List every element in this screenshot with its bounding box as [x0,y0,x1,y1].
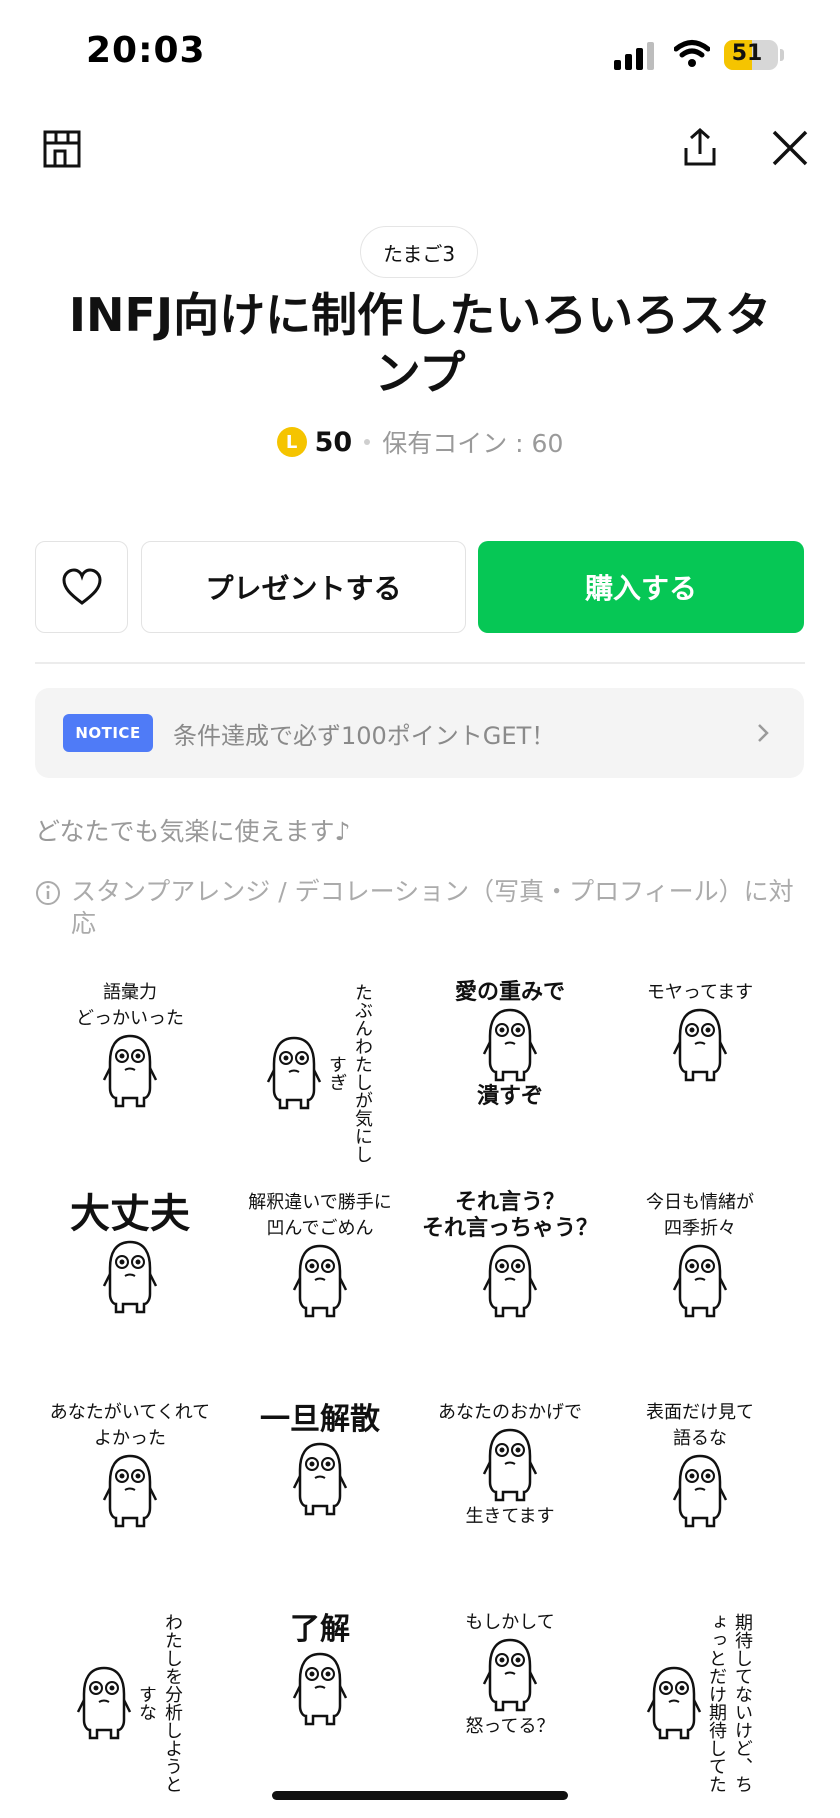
favorite-button[interactable] [35,541,128,633]
sticker-text: それ言う？ それ言っちゃう？ [421,1190,598,1241]
sticker-item[interactable]: たぶんわたしが気にしすぎ [230,980,410,1165]
sticker-text: 愛の重みで [454,980,565,1005]
arrange-note-text: スタンプアレンジ / デコレーション（写真・プロフィール）に対応 [71,877,794,938]
sticker-text: 解釈違いで勝手に 凹んでごめん [248,1192,392,1239]
notice-text: 条件達成で必ず100ポイントGET！ [173,721,556,750]
creature-character [646,1666,702,1739]
sticker-item[interactable]: わたしを分析しようとすな [40,1610,220,1795]
price-row: L 50 保有コイン : 60 [0,424,840,460]
sticker-text: 大丈夫 [70,1191,190,1237]
sticker-text: 今日も情緒が 四季折々 [646,1192,754,1239]
creature-character [672,1244,728,1318]
sticker-item[interactable]: あなたのおかげで 生きてます [420,1400,600,1585]
status-time: 20:03 [86,30,206,71]
sticker-text-bottom: 怒ってる？ [465,1716,555,1737]
sticker-item[interactable]: 了解 [230,1610,410,1795]
creature-character [76,1666,132,1739]
creature-character [482,1244,538,1318]
sticker-text: 語彙力 どっかいった [76,982,184,1029]
present-button[interactable]: プレゼントする [141,541,466,633]
close-button[interactable] [766,124,814,172]
creature-character [482,1428,538,1502]
coin-icon: L [276,427,307,457]
sticker-text: わたしを分析しようとすな [136,1612,183,1793]
sticker-item[interactable]: 今日も情緒が 四季折々 [610,1190,790,1375]
battery-level: 51 [731,41,763,66]
price-amount: 50 [314,426,353,458]
creature-character [102,1454,158,1528]
sticker-item[interactable]: 語彙力 どっかいった [40,980,220,1165]
creature-character [102,1240,158,1314]
battery-tip [780,49,784,61]
heart-icon [61,568,102,605]
creature-character [102,1034,158,1108]
sticker-item[interactable]: 一旦解散 [230,1400,410,1585]
creature-character [672,1008,728,1082]
separator-dot [364,439,371,445]
divider [35,662,805,664]
wifi-icon [674,40,710,67]
creature-character [266,1036,322,1109]
sticker-item[interactable]: それ言う？ それ言っちゃう？ [420,1190,600,1375]
sticker-text-bottom: 潰すぞ [476,1084,543,1109]
arrange-note: スタンプアレンジ / デコレーション（写真・プロフィール）に対応 [35,876,805,940]
sticker-item[interactable]: 表面だけ見て 語るな [610,1400,790,1585]
description: どなたでも気楽に使えます♪ [35,817,351,846]
sticker-item[interactable]: 大丈夫 [40,1190,220,1375]
creature-character [292,1244,348,1318]
category-tag[interactable]: たまご3 [360,226,478,278]
sticker-text: あなたのおかげで [438,1402,582,1423]
sticker-text: あなたがいてくれて よかった [49,1402,211,1449]
cellular-signal-icon [614,42,656,70]
sticker-text-bottom: 生きてます [465,1506,555,1527]
sticker-text: 一旦解散 [260,1402,380,1437]
status-bar: 20:03 51 [0,0,840,100]
sticker-item[interactable]: 解釈違いで勝手に 凹んでごめん [230,1190,410,1375]
sticker-text: 了解 [290,1612,350,1647]
page-title: INFJ向けに制作したいろいろスタンプ [68,288,772,400]
sticker-text: 期待してないけど、ちょっとだけ期待してた [706,1612,753,1793]
creature-character [292,1442,348,1516]
sticker-item[interactable]: 愛の重みで 潰すぞ [420,980,600,1165]
info-icon [36,881,60,905]
creature-character [482,1008,538,1082]
creature-character [482,1638,538,1712]
store-button[interactable] [38,124,86,172]
chevron-right-icon [758,724,769,742]
sticker-item[interactable]: もしかして怒ってる？ [420,1610,600,1795]
notice-badge: NOTICE [63,714,153,752]
sticker-item[interactable]: あなたがいてくれて よかった [40,1400,220,1585]
share-button[interactable] [676,124,724,172]
sticker-text: モヤってます [646,982,754,1003]
buy-button[interactable]: 購入する [478,541,804,633]
store-icon [43,130,81,168]
battery-icon: 51 [724,40,778,70]
share-icon [684,127,716,166]
sticker-item[interactable]: モヤってます [610,980,790,1165]
notice-banner[interactable]: NOTICE 条件達成で必ず100ポイントGET！ [35,688,804,778]
close-icon [772,130,808,166]
sticker-text: 表面だけ見て 語るな [646,1402,754,1449]
owned-coins: 保有コイン : 60 [382,429,564,458]
sticker-text: たぶんわたしが気にしすぎ [326,982,373,1163]
sticker-text: もしかして [465,1612,555,1633]
home-indicator [272,1791,568,1800]
sticker-item[interactable]: 期待してないけど、ちょっとだけ期待してた [610,1610,790,1795]
creature-character [292,1652,348,1726]
creature-character [672,1454,728,1528]
